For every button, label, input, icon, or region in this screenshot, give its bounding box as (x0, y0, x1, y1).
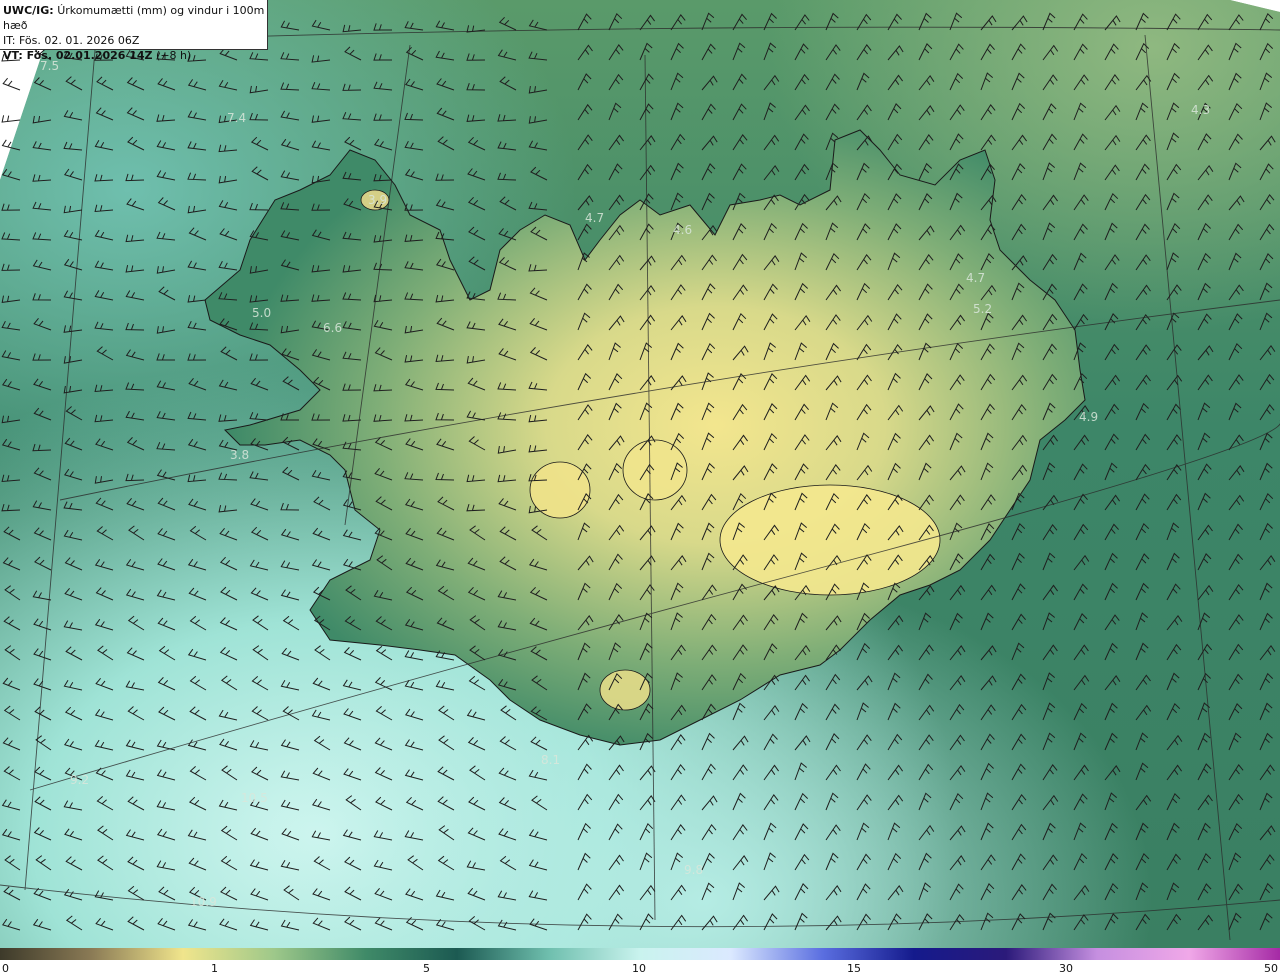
precip-label: 8.1 (541, 753, 560, 767)
precip-label: 7.4 (227, 111, 246, 125)
precip-label: 3.9 (368, 193, 387, 207)
precip-label: 4.9 (1079, 410, 1098, 424)
langjokull-glacier (529, 461, 591, 519)
colorbar-tick: 0 (2, 962, 9, 975)
map-header: UWC/IG: Úrkomumætti (mm) og vindur i 100… (0, 0, 268, 62)
precip-label: 4.3 (1191, 103, 1210, 117)
colorbar-ticks: 0 1 5 10 15 30 50 (0, 962, 1280, 978)
precip-label: 9.8 (684, 863, 703, 877)
colorbar-tick: 15 (847, 962, 861, 975)
precip-label: 4.7 (966, 271, 985, 285)
precip-label: 4.7 (585, 211, 604, 225)
precip-label: 5.0 (252, 306, 271, 320)
init-time: IT: Fös. 02. 01. 2026 06Z (3, 34, 140, 47)
myrdalsjokull-glacier (599, 669, 651, 711)
colorbar (0, 948, 1280, 960)
precip-label: 10.5 (241, 791, 268, 805)
model-name: UWC/IG: (3, 4, 54, 17)
colorbar-tick: 1 (211, 962, 218, 975)
precip-label: 10.9 (190, 895, 217, 909)
valid-time: VT: Fös. 02.01.2026 14Z (3, 49, 153, 62)
colorbar-tick: 30 (1059, 962, 1073, 975)
lead-time: (+8 h) (156, 49, 192, 62)
precip-label: 3.8 (230, 448, 249, 462)
precip-label: 6.6 (323, 321, 342, 335)
colorbar-tick: 5 (423, 962, 430, 975)
precipitation-wind-map: 7.5 7.4 3.9 4.7 4.6 5.0 6.6 3.8 4.7 5.2 … (0, 0, 1280, 948)
valid-time-line: VT: Fös. 02.01.2026 14Z (+8 h) (3, 48, 267, 63)
title-line: UWC/IG: Úrkomumætti (mm) og vindur i 100… (3, 3, 267, 33)
precip-label: 5.2 (973, 302, 992, 316)
precip-label: 9.2 (70, 773, 89, 787)
colorbar-tick: 10 (632, 962, 646, 975)
precip-label: 4.6 (673, 223, 692, 237)
colorbar-tick: 50 (1264, 962, 1278, 975)
